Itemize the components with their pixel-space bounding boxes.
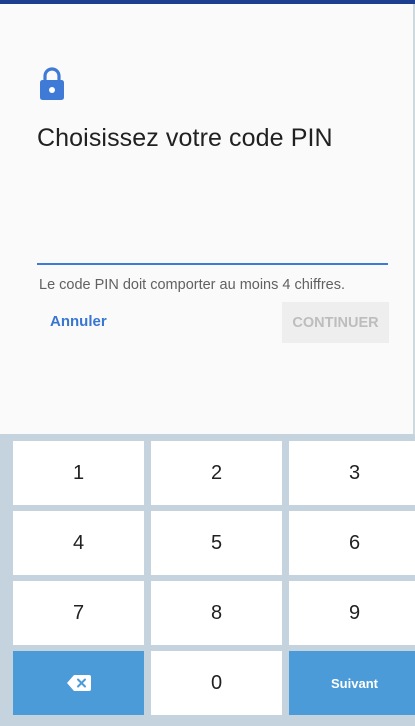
key-3[interactable]: 3 bbox=[289, 441, 415, 505]
key-0[interactable]: 0 bbox=[151, 651, 282, 715]
cancel-button[interactable]: Annuler bbox=[50, 313, 107, 330]
key-1[interactable]: 1 bbox=[13, 441, 144, 505]
key-7[interactable]: 7 bbox=[13, 581, 144, 645]
lock-icon bbox=[40, 67, 64, 100]
key-4[interactable]: 4 bbox=[13, 511, 144, 575]
key-2[interactable]: 2 bbox=[151, 441, 282, 505]
key-9[interactable]: 9 bbox=[289, 581, 415, 645]
backspace-key[interactable] bbox=[13, 651, 144, 715]
pin-hint: Le code PIN doit comporter au moins 4 ch… bbox=[39, 277, 345, 293]
continue-button[interactable]: CONTINUER bbox=[282, 302, 389, 343]
key-5[interactable]: 5 bbox=[151, 511, 282, 575]
pin-input[interactable] bbox=[37, 215, 388, 265]
page-title: Choisissez votre code PIN bbox=[37, 124, 333, 152]
backspace-icon bbox=[66, 675, 91, 691]
next-key[interactable]: Suivant bbox=[289, 651, 415, 715]
status-bar-edge bbox=[0, 0, 415, 4]
key-6[interactable]: 6 bbox=[289, 511, 415, 575]
key-8[interactable]: 8 bbox=[151, 581, 282, 645]
